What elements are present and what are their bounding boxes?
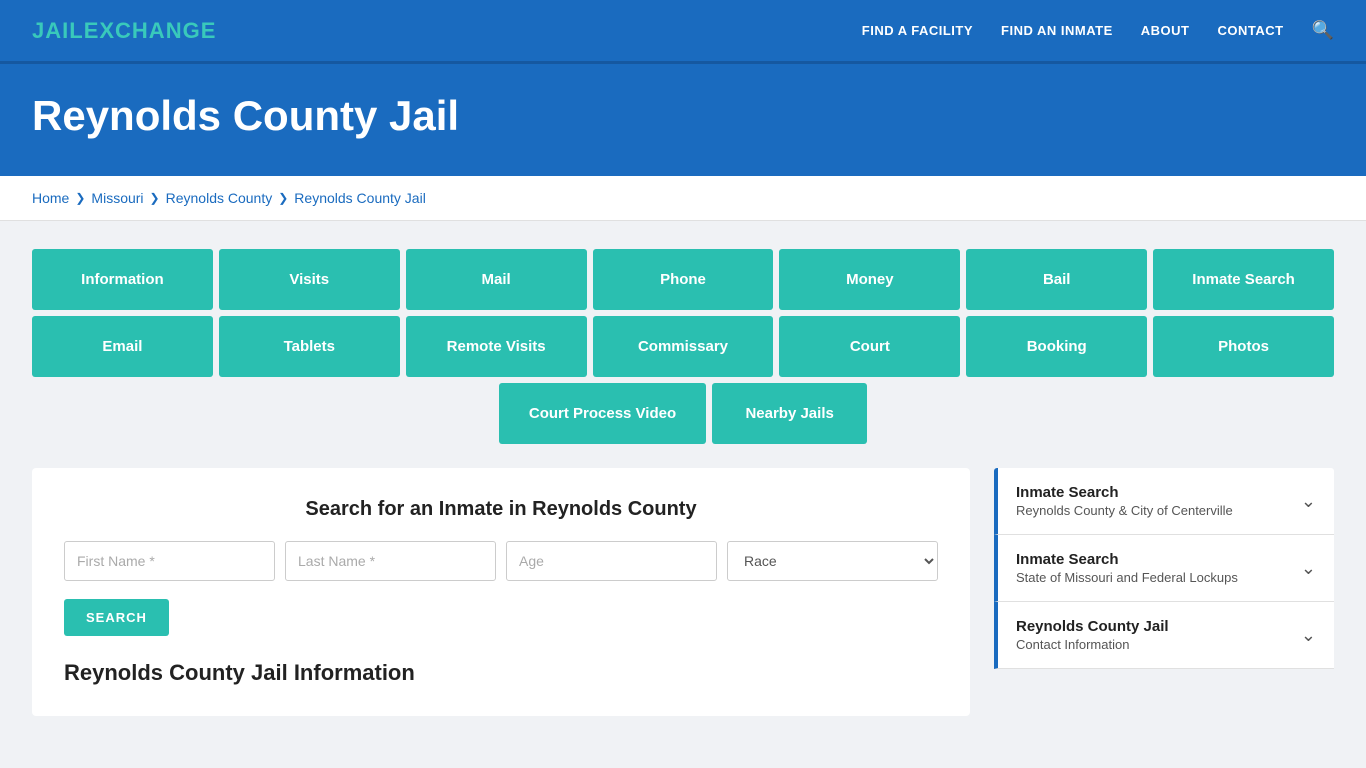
btn-phone[interactable]: Phone	[593, 249, 774, 310]
last-name-input[interactable]	[285, 541, 496, 581]
breadcrumb-current: Reynolds County Jail	[294, 190, 426, 206]
navbar: JAILEXCHANGE FIND A FACILITY FIND AN INM…	[0, 0, 1366, 64]
sidebar-title-3: Reynolds County Jail	[1016, 618, 1169, 635]
btn-tablets[interactable]: Tablets	[219, 316, 400, 377]
sidebar-title-1: Inmate Search	[1016, 484, 1233, 501]
info-section-title: Reynolds County Jail Information	[64, 660, 938, 686]
btn-booking[interactable]: Booking	[966, 316, 1147, 377]
search-icon[interactable]: 🔍	[1312, 20, 1334, 41]
sidebar-item-inmate-search-1[interactable]: Inmate Search Reynolds County & City of …	[994, 468, 1334, 535]
search-button[interactable]: SEARCH	[64, 599, 169, 636]
logo-jail: JAIL	[32, 18, 84, 43]
search-fields: Race White Black Hispanic Asian Other	[64, 541, 938, 581]
bottom-section: Search for an Inmate in Reynolds County …	[32, 468, 1334, 716]
btn-email[interactable]: Email	[32, 316, 213, 377]
search-heading: Search for an Inmate in Reynolds County	[64, 498, 938, 521]
sidebar: Inmate Search Reynolds County & City of …	[994, 468, 1334, 669]
chevron-down-icon-1: ⌄	[1301, 491, 1316, 512]
breadcrumb-sep-3: ❯	[278, 191, 288, 205]
breadcrumb-home[interactable]: Home	[32, 190, 69, 206]
breadcrumb-bar: Home ❯ Missouri ❯ Reynolds County ❯ Reyn…	[0, 176, 1366, 221]
sidebar-item-contact-info[interactable]: Reynolds County Jail Contact Information…	[994, 602, 1334, 669]
nav-find-facility[interactable]: FIND A FACILITY	[862, 23, 973, 38]
btn-photos[interactable]: Photos	[1153, 316, 1334, 377]
logo-exchange: EXCHANGE	[84, 18, 217, 43]
sidebar-title-2: Inmate Search	[1016, 551, 1238, 568]
page-title: Reynolds County Jail	[32, 92, 1334, 140]
breadcrumb-sep-1: ❯	[75, 191, 85, 205]
nav-about[interactable]: ABOUT	[1141, 23, 1190, 38]
breadcrumb: Home ❯ Missouri ❯ Reynolds County ❯ Reyn…	[32, 190, 1334, 206]
btn-remote-visits[interactable]: Remote Visits	[406, 316, 587, 377]
btn-bail[interactable]: Bail	[966, 249, 1147, 310]
btn-money[interactable]: Money	[779, 249, 960, 310]
button-row-1: Information Visits Mail Phone Money Bail…	[32, 249, 1334, 310]
breadcrumb-missouri[interactable]: Missouri	[91, 190, 143, 206]
btn-court-process-video[interactable]: Court Process Video	[499, 383, 706, 444]
btn-information[interactable]: Information	[32, 249, 213, 310]
breadcrumb-reynolds-county[interactable]: Reynolds County	[166, 190, 273, 206]
btn-court[interactable]: Court	[779, 316, 960, 377]
sidebar-subtitle-3: Contact Information	[1016, 637, 1169, 652]
sidebar-subtitle-2: State of Missouri and Federal Lockups	[1016, 570, 1238, 585]
nav-find-inmate[interactable]: FIND AN INMATE	[1001, 23, 1113, 38]
hero-section: Reynolds County Jail	[0, 64, 1366, 176]
age-input[interactable]	[506, 541, 717, 581]
nav-contact[interactable]: CONTACT	[1217, 23, 1283, 38]
logo[interactable]: JAILEXCHANGE	[32, 18, 216, 44]
btn-mail[interactable]: Mail	[406, 249, 587, 310]
main-content: Information Visits Mail Phone Money Bail…	[0, 221, 1366, 744]
race-select[interactable]: Race White Black Hispanic Asian Other	[727, 541, 938, 581]
btn-visits[interactable]: Visits	[219, 249, 400, 310]
button-row-3: Court Process Video Nearby Jails	[32, 383, 1334, 444]
search-panel: Search for an Inmate in Reynolds County …	[32, 468, 970, 716]
sidebar-item-inmate-search-2[interactable]: Inmate Search State of Missouri and Fede…	[994, 535, 1334, 602]
button-row-2: Email Tablets Remote Visits Commissary C…	[32, 316, 1334, 377]
sidebar-subtitle-1: Reynolds County & City of Centerville	[1016, 503, 1233, 518]
first-name-input[interactable]	[64, 541, 275, 581]
btn-nearby-jails[interactable]: Nearby Jails	[712, 383, 867, 444]
breadcrumb-sep-2: ❯	[150, 191, 160, 205]
chevron-down-icon-2: ⌄	[1301, 558, 1316, 579]
chevron-down-icon-3: ⌄	[1301, 625, 1316, 646]
nav-links: FIND A FACILITY FIND AN INMATE ABOUT CON…	[862, 20, 1334, 41]
btn-commissary[interactable]: Commissary	[593, 316, 774, 377]
btn-inmate-search[interactable]: Inmate Search	[1153, 249, 1334, 310]
